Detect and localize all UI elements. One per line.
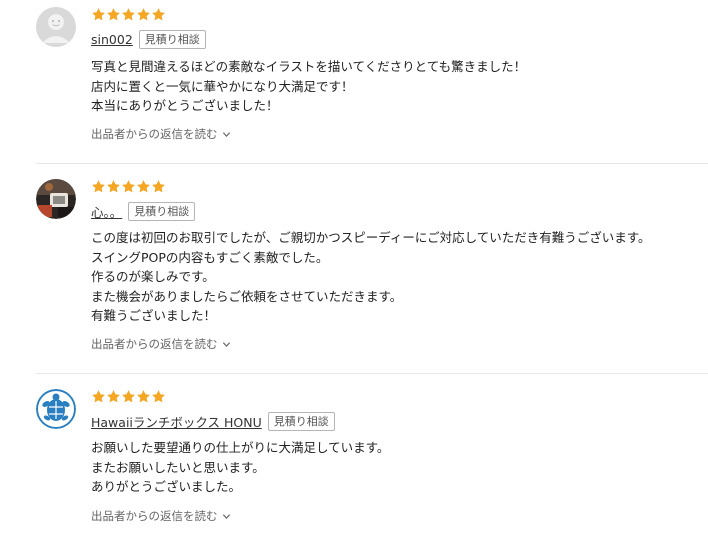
star-icon — [136, 389, 151, 404]
reviewer-name-link[interactable]: Hawaiiランチボックス HONU — [91, 412, 262, 431]
chevron-down-icon — [222, 513, 230, 519]
avatar[interactable] — [36, 7, 76, 47]
star-icon — [151, 7, 166, 22]
comment-line: 店内に置くと一気に華やかになり大満足です！ — [91, 78, 354, 94]
comment-line: 有難うございました！ — [91, 308, 217, 323]
comment-line: スイングPOPの内容もすごく素敵でした。 — [91, 249, 329, 265]
star-icon — [106, 7, 121, 22]
reply-link-label: 出品者からの返信を読む — [91, 127, 218, 141]
reviewer-name-link[interactable]: sin002 — [91, 32, 133, 47]
comment-line: お願いした要望通りの仕上がりに大満足しています。 — [91, 440, 390, 455]
photo-avatar-icon — [36, 179, 76, 219]
reply-link-label: 出品者からの返信を読む — [91, 337, 218, 351]
star-icon — [136, 7, 151, 22]
turtle-logo-icon — [36, 389, 76, 429]
star-icon — [151, 389, 166, 404]
star-icon — [121, 389, 136, 404]
star-icon — [106, 179, 121, 194]
comment-line: また機会がありましたらご依頼をさせていただきます。 — [91, 288, 403, 304]
default-face-icon — [36, 7, 76, 47]
star-icon — [91, 7, 106, 22]
star-icon — [151, 179, 166, 194]
reviewer-line: 心。。 見積り相談 — [91, 200, 196, 222]
star-icon — [106, 389, 121, 404]
review-comment: この度は初回のお取引でしたが、ご親切かつスピーディーにご対応していただき有難うご… — [91, 228, 691, 326]
reviewer-name-link[interactable]: 心。。 — [91, 202, 122, 221]
comment-line: この度は初回のお取引でしたが、ご親切かつスピーディーにご対応していただき有難うご… — [91, 230, 651, 245]
read-seller-reply-link[interactable]: 出品者からの返信を読む — [91, 508, 231, 524]
avatar[interactable] — [36, 179, 76, 219]
star-rating — [91, 179, 166, 195]
review-divider — [36, 163, 708, 164]
read-seller-reply-link[interactable]: 出品者からの返信を読む — [91, 336, 231, 352]
comment-line: またお願いしたいと思います。 — [91, 459, 265, 475]
star-icon — [121, 179, 136, 194]
comment-line: 作るのが楽しみです。 — [91, 269, 215, 284]
comment-line: ありがとうございました。 — [91, 479, 242, 494]
comment-line: 本当にありがとうございました！ — [91, 98, 279, 113]
reviewer-line: Hawaiiランチボックス HONU 見積り相談 — [91, 410, 335, 432]
service-type-badge: 見積り相談 — [267, 411, 335, 431]
star-icon — [121, 7, 136, 22]
review-comment: お願いした要望通りの仕上がりに大満足しています。 またお願いしたいと思います。 … — [91, 438, 691, 497]
service-type-badge: 見積り相談 — [128, 201, 196, 221]
reviewer-line: sin002 見積り相談 — [91, 28, 206, 50]
review-comment: 写真と見間違えるほどの素敵なイラストを描いてくださりとても驚きました！ 店内に置… — [91, 57, 691, 116]
star-icon — [136, 179, 151, 194]
comment-line: 写真と見間違えるほどの素敵なイラストを描いてくださりとても驚きました！ — [91, 59, 527, 74]
star-icon — [91, 179, 106, 194]
avatar[interactable] — [36, 389, 76, 429]
service-type-badge: 見積り相談 — [138, 29, 206, 49]
chevron-down-icon — [222, 341, 230, 347]
star-icon — [91, 389, 106, 404]
read-seller-reply-link[interactable]: 出品者からの返信を読む — [91, 126, 231, 142]
chevron-down-icon — [222, 131, 230, 137]
star-rating — [91, 389, 166, 405]
reply-link-label: 出品者からの返信を読む — [91, 509, 218, 523]
star-rating — [91, 7, 166, 23]
review-divider — [36, 373, 708, 374]
